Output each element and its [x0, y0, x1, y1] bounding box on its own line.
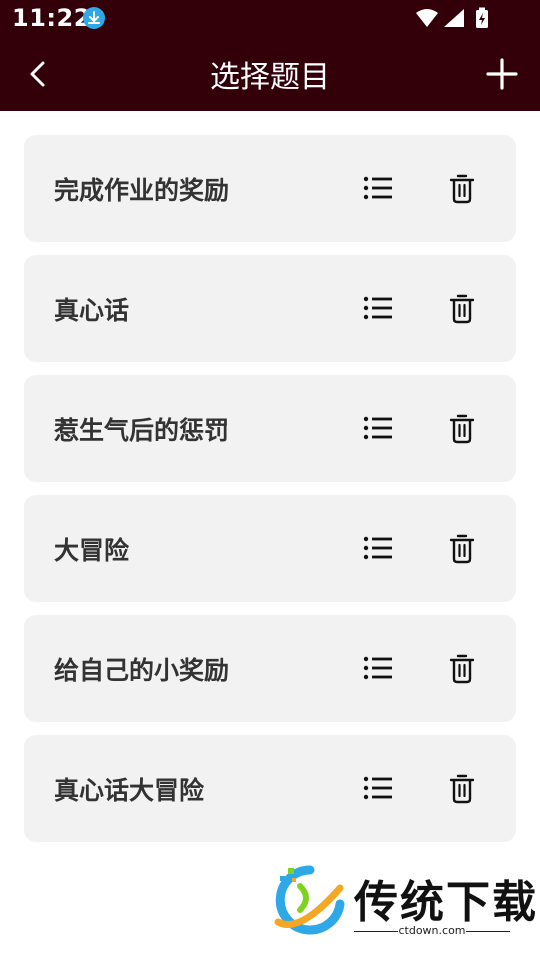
trash-icon	[449, 654, 475, 684]
download-icon	[82, 6, 106, 30]
list-icon	[363, 176, 392, 200]
wifi-icon	[416, 9, 438, 27]
topic-card[interactable]: 大冒险	[24, 495, 516, 602]
toolbar: 选择题目	[0, 36, 540, 111]
topic-delete-button[interactable]	[444, 651, 480, 687]
list-icon	[363, 776, 392, 800]
watermark-text: 传统下载	[354, 877, 538, 928]
app-header: 11:22 选择题目	[0, 0, 540, 111]
trash-icon	[449, 174, 475, 204]
page-title: 选择题目	[210, 60, 330, 95]
topic-card[interactable]: 给自己的小奖励	[24, 615, 516, 722]
topic-card[interactable]: 惹生气后的惩罚	[24, 375, 516, 482]
signal-icon	[444, 9, 464, 27]
list-icon	[363, 536, 392, 560]
topic-delete-button[interactable]	[444, 531, 480, 567]
topic-list-button[interactable]	[360, 173, 396, 203]
topic-label: 真心话	[54, 296, 130, 325]
topic-delete-button[interactable]	[444, 171, 480, 207]
topic-delete-button[interactable]	[444, 411, 480, 447]
topic-card[interactable]: 真心话	[24, 255, 516, 362]
topic-list: 完成作业的奖励 真心话 惹生气后的惩罚 大冒险 给自己的小奖励 真心话大冒险	[24, 135, 516, 855]
add-topic-button[interactable]	[482, 54, 522, 94]
topic-label: 真心话大冒险	[54, 776, 205, 805]
topic-label: 完成作业的奖励	[54, 176, 230, 205]
trash-icon	[449, 534, 475, 564]
status-time: 11:22	[12, 4, 91, 32]
plus-icon	[486, 58, 518, 90]
watermark-divider	[466, 931, 510, 932]
list-icon	[363, 416, 392, 440]
topic-list-button[interactable]	[360, 413, 396, 443]
topic-card[interactable]: 真心话大冒险	[24, 735, 516, 842]
topic-delete-button[interactable]	[444, 291, 480, 327]
topic-label: 惹生气后的惩罚	[54, 416, 230, 445]
list-icon	[363, 296, 392, 320]
status-bar: 11:22	[0, 0, 540, 36]
list-icon	[363, 656, 392, 680]
topic-list-button[interactable]	[360, 533, 396, 563]
trash-icon	[449, 414, 475, 444]
trash-icon	[449, 294, 475, 324]
topic-label: 给自己的小奖励	[54, 656, 230, 685]
status-icons	[414, 6, 504, 30]
topic-delete-button[interactable]	[444, 771, 480, 807]
watermark-logo-icon	[274, 865, 345, 935]
topic-list-button[interactable]	[360, 293, 396, 323]
trash-icon	[449, 774, 475, 804]
topic-label: 大冒险	[54, 536, 130, 565]
topic-card[interactable]: 完成作业的奖励	[24, 135, 516, 242]
topic-list-button[interactable]	[360, 653, 396, 683]
watermark: 传统下载 ctdown.com	[262, 842, 540, 960]
topic-list-button[interactable]	[360, 773, 396, 803]
battery-icon	[476, 7, 488, 28]
